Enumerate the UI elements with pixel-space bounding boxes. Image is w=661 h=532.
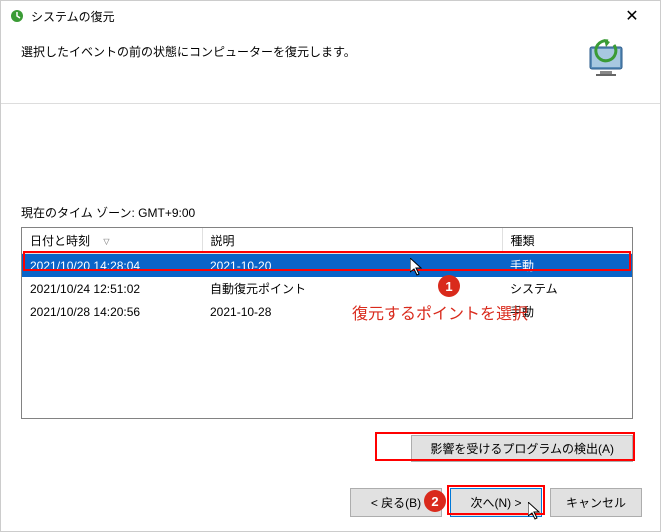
scan-affected-programs-button[interactable]: 影響を受けるプログラムの検出(A) — [411, 435, 633, 462]
system-restore-icon — [9, 8, 25, 24]
window-title: システムの復元 — [31, 8, 612, 25]
timezone-label: 現在のタイム ゾーン: GMT+9:00 — [21, 204, 640, 221]
next-button[interactable]: 次へ(N) > — [450, 488, 542, 517]
table-row[interactable]: 2021/10/28 14:20:562021-10-28手動 — [22, 300, 632, 323]
table-row[interactable]: 2021/10/20 14:28:042021-10-20手動 — [22, 254, 632, 278]
table-cell-date: 2021/10/28 14:20:56 — [22, 300, 202, 323]
scan-button-label: 影響を受けるプログラムの検出(A) — [430, 442, 614, 456]
restore-monitor-icon — [584, 39, 632, 87]
table-cell-date: 2021/10/24 12:51:02 — [22, 277, 202, 300]
cancel-button[interactable]: キャンセル — [550, 488, 642, 517]
wizard-footer: < 戻る(B) 次へ(N) > 2 キャンセル — [350, 488, 642, 517]
header-instruction: 選択したイベントの前の状態にコンピューターを復元します。 — [21, 39, 584, 60]
column-header-date[interactable]: 日付と時刻 ▽ — [22, 228, 202, 254]
table-header-row: 日付と時刻 ▽ 説明 種類 — [22, 228, 632, 254]
table-cell-type: システム — [502, 277, 632, 300]
titlebar: システムの復元 ✕ — [1, 1, 660, 31]
close-button[interactable]: ✕ — [612, 2, 652, 30]
scan-button-wrap: 影響を受けるプログラムの検出(A) — [21, 435, 633, 462]
column-header-type[interactable]: 種類 — [502, 228, 632, 254]
header-section: 選択したイベントの前の状態にコンピューターを復元します。 — [1, 31, 660, 104]
sort-indicator-icon: ▽ — [103, 237, 109, 246]
table-row[interactable]: 2021/10/24 12:51:02自動復元ポイントシステム — [22, 277, 632, 300]
table-cell-type: 手動 — [502, 300, 632, 323]
back-button[interactable]: < 戻る(B) — [350, 488, 442, 517]
restore-points-table[interactable]: 日付と時刻 ▽ 説明 種類 2021/10/20 14:28:042021-10… — [21, 227, 633, 419]
table-cell-type: 手動 — [502, 254, 632, 278]
table-cell-desc: 自動復元ポイント — [202, 277, 502, 300]
content-area: 現在のタイム ゾーン: GMT+9:00 日付と時刻 ▽ 説明 種類 2021/… — [1, 104, 660, 482]
column-header-description[interactable]: 説明 — [202, 228, 502, 254]
table-cell-date: 2021/10/20 14:28:04 — [22, 254, 202, 278]
table-cell-desc: 2021-10-20 — [202, 254, 502, 278]
table-cell-desc: 2021-10-28 — [202, 300, 502, 323]
column-header-date-label: 日付と時刻 — [30, 234, 90, 248]
